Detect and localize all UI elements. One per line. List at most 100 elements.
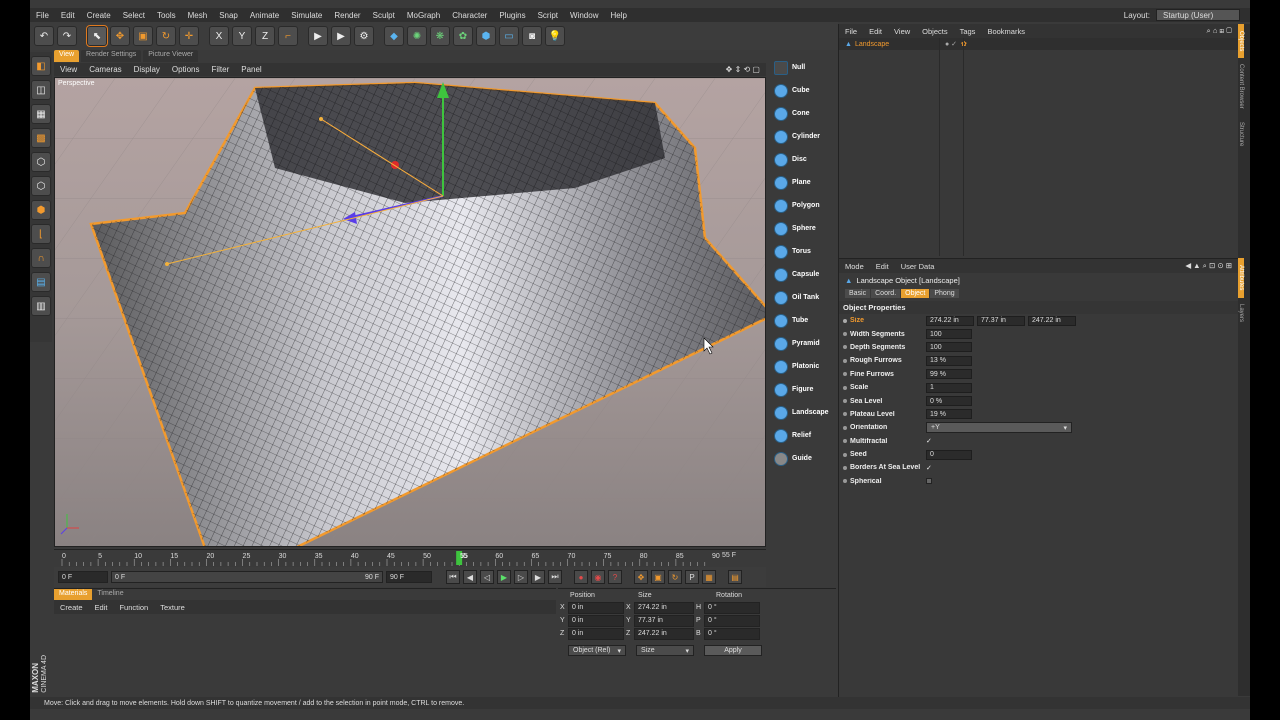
palette-disc[interactable]: Disc [770, 148, 838, 171]
tab-attributes-vertical[interactable]: Attributes [1238, 258, 1244, 298]
menu-simulate[interactable]: Simulate [285, 11, 328, 20]
tab-view[interactable]: View [54, 50, 80, 62]
tab-object[interactable]: Object [901, 288, 930, 298]
vp-menu-filter[interactable]: Filter [205, 65, 235, 74]
coord-mode-dropdown[interactable]: Object (Rel) ▾ [568, 645, 626, 656]
key-rotation-icon[interactable]: ↻ [668, 570, 682, 584]
mat-menu-function[interactable]: Function [113, 603, 154, 612]
locked-workplane-icon[interactable]: ▥ [31, 296, 51, 316]
camera-icon[interactable]: ◙ [522, 26, 542, 46]
am-nav-icons[interactable]: ◀ ▲ ⌕ ⊡ ⊙ ⊞ [1179, 261, 1238, 271]
layout-dropdown[interactable]: Startup (User) [1156, 9, 1240, 21]
om-menu-edit[interactable]: Edit [863, 27, 888, 36]
light-icon[interactable]: 💡 [545, 26, 565, 46]
tab-content-browser-vertical[interactable]: Content Browser [1238, 58, 1244, 114]
depth-segments-input[interactable]: 100 [926, 342, 972, 353]
subdivision-icon[interactable]: ✺ [407, 26, 427, 46]
menu-file[interactable]: File [30, 11, 55, 20]
menu-plugins[interactable]: Plugins [493, 11, 531, 20]
tab-coord[interactable]: Coord. [871, 288, 901, 298]
position-y-field[interactable]: 0 in [568, 614, 624, 627]
menu-create[interactable]: Create [81, 11, 117, 20]
key-scale-icon[interactable]: ▣ [651, 570, 665, 584]
sea-level-input[interactable]: 0 % [926, 396, 972, 407]
live-selection-icon[interactable]: ⬉ [86, 25, 108, 47]
palette-tube[interactable]: Tube [770, 309, 838, 332]
menu-render[interactable]: Render [328, 11, 366, 20]
visibility-dots-icon[interactable]: ● ✓ [945, 40, 957, 48]
coord-size-dropdown[interactable]: Size ▾ [636, 645, 694, 656]
palette-platonic[interactable]: Platonic [770, 355, 838, 378]
object-row-landscape[interactable]: ▲ Landscape ● ✓ ✿ [839, 38, 1238, 50]
keyframe-dot-icon[interactable] [843, 452, 847, 457]
menu-mograph[interactable]: MoGraph [401, 11, 446, 20]
palette-pyramid[interactable]: Pyramid [770, 332, 838, 355]
menu-edit[interactable]: Edit [55, 11, 81, 20]
snap-icon[interactable]: ∩ [31, 248, 51, 268]
viewport-3d[interactable]: Perspective [54, 77, 766, 547]
redo-icon[interactable]: ↷ [57, 26, 77, 46]
tab-basic[interactable]: Basic [845, 288, 871, 298]
keyframe-dot-icon[interactable] [843, 479, 847, 484]
record-icon[interactable]: ● [574, 570, 588, 584]
rotation-b-field[interactable]: 0 ° [704, 627, 760, 640]
palette-plane[interactable]: Plane [770, 171, 838, 194]
viewport-scene[interactable] [55, 78, 766, 547]
workplane-icon[interactable]: ▩ [31, 128, 51, 148]
goto-end-icon[interactable]: ⏭ [548, 570, 562, 584]
tab-materials[interactable]: Materials [54, 589, 93, 600]
tab-timeline[interactable]: Timeline [92, 589, 128, 600]
coordinate-system-icon[interactable]: ⌐ [278, 26, 298, 46]
om-menu-bookmarks[interactable]: Bookmarks [981, 27, 1031, 36]
palette-cone[interactable]: Cone [770, 102, 838, 125]
axis-x-button[interactable]: X [209, 26, 229, 46]
render-view-icon[interactable]: ▶ [308, 26, 328, 46]
keyframe-dot-icon[interactable] [843, 439, 847, 444]
menu-window[interactable]: Window [564, 11, 604, 20]
rotation-p-field[interactable]: 0 ° [704, 614, 760, 627]
workplane-grid-icon[interactable]: ▤ [31, 272, 51, 292]
keyframe-dot-icon[interactable] [843, 358, 847, 363]
bound-handle-left[interactable] [165, 262, 169, 266]
keyframe-dot-icon[interactable] [843, 465, 847, 470]
keyframe-selection-icon[interactable]: ? [608, 570, 622, 584]
size-z-input[interactable]: 247.22 in [1028, 315, 1076, 326]
key-param-icon[interactable]: P [685, 570, 699, 584]
end-frame-field[interactable]: 90 F [386, 571, 432, 583]
vp-menu-options[interactable]: Options [166, 65, 206, 74]
vp-menu-cameras[interactable]: Cameras [83, 65, 127, 74]
tab-objects-vertical[interactable]: Objects [1238, 24, 1244, 58]
play-icon[interactable]: ▶ [497, 570, 511, 584]
model-mode-icon[interactable]: ◫ [31, 80, 51, 100]
rotation-h-field[interactable]: 0 ° [704, 601, 760, 614]
rotate-tool-icon[interactable]: ↻ [156, 26, 176, 46]
keyframe-dot-icon[interactable] [843, 318, 847, 323]
fine-furrows-input[interactable]: 99 % [926, 369, 972, 380]
axis-y-button[interactable]: Y [232, 26, 252, 46]
autokey-icon[interactable]: ◉ [591, 570, 605, 584]
am-menu-userdata[interactable]: User Data [895, 262, 941, 271]
menu-snap[interactable]: Snap [213, 11, 244, 20]
keyframe-dot-icon[interactable] [843, 412, 847, 417]
keyframe-dot-icon[interactable] [843, 332, 847, 337]
palette-landscape[interactable]: Landscape [770, 401, 838, 424]
mat-menu-texture[interactable]: Texture [154, 603, 191, 612]
am-menu-edit[interactable]: Edit [870, 262, 895, 271]
recent-tool-icon[interactable]: ✛ [179, 26, 199, 46]
prev-frame-icon[interactable]: ◁ [480, 570, 494, 584]
edges-mode-icon[interactable]: ⬡ [31, 176, 51, 196]
menu-select[interactable]: Select [117, 11, 151, 20]
palette-capsule[interactable]: Capsule [770, 263, 838, 286]
mat-menu-create[interactable]: Create [54, 603, 89, 612]
make-editable-icon[interactable]: ◧ [31, 56, 51, 76]
am-menu-mode[interactable]: Mode [839, 262, 870, 271]
palette-torus[interactable]: Torus [770, 240, 838, 263]
om-menu-view[interactable]: View [888, 27, 916, 36]
key-pla-icon[interactable]: ▦ [702, 570, 716, 584]
om-menu-file[interactable]: File [839, 27, 863, 36]
menu-animate[interactable]: Animate [244, 11, 285, 20]
menu-script[interactable]: Script [532, 11, 564, 20]
spherical-checkbox[interactable] [926, 478, 932, 485]
next-frame-icon[interactable]: ▷ [514, 570, 528, 584]
palette-sphere[interactable]: Sphere [770, 217, 838, 240]
